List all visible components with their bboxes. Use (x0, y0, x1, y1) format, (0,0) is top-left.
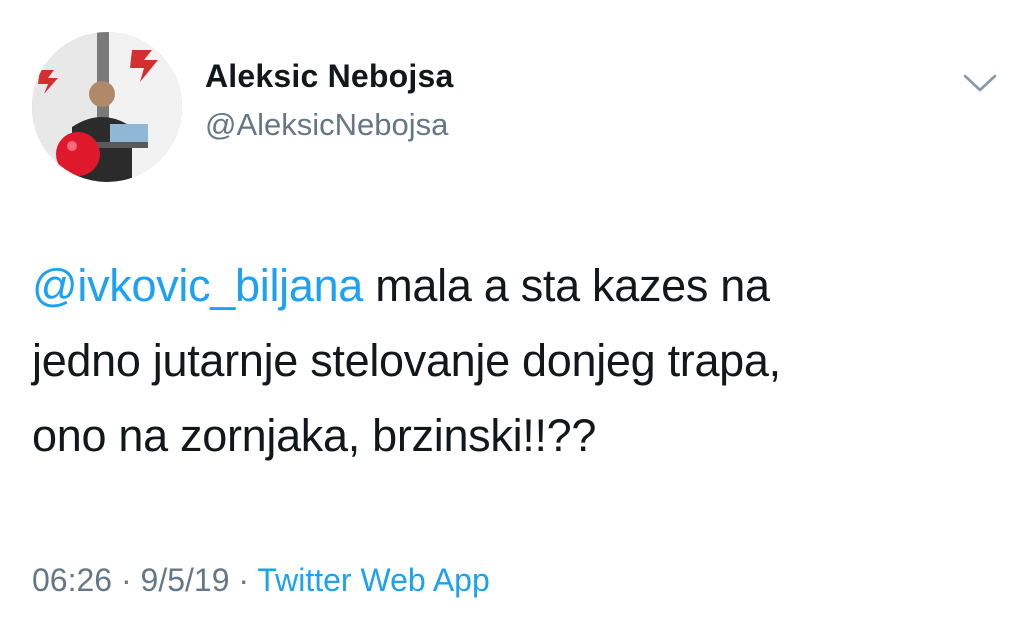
meta-separator: · (112, 562, 141, 598)
author-handle[interactable]: @AleksicNebojsa (205, 106, 453, 144)
tweet-date[interactable]: 9/5/19 (141, 562, 230, 598)
tweet-card: Aleksic Nebojsa @AleksicNebojsa @ivkovic… (0, 0, 1024, 642)
chevron-down-icon[interactable] (962, 72, 998, 94)
avatar[interactable] (32, 32, 182, 182)
tweet-meta: 06:26 · 9/5/19 · Twitter Web App (32, 558, 490, 602)
tweet-time[interactable]: 06:26 (32, 562, 112, 598)
mention-link[interactable]: @ivkovic_biljana (32, 260, 363, 311)
tweet-text: @ivkovic_biljana mala a sta kazes na jed… (32, 248, 992, 473)
author-display-name[interactable]: Aleksic Nebojsa (205, 56, 453, 96)
tweet-text-line-3: ono na zornjaka, brzinski!!?? (32, 410, 597, 461)
author-names: Aleksic Nebojsa @AleksicNebojsa (205, 56, 453, 144)
tweet-source-link[interactable]: Twitter Web App (257, 562, 489, 598)
meta-separator: · (229, 562, 258, 598)
tweet-text-line-1: @ivkovic_biljana mala a sta kazes na (32, 248, 992, 323)
tweet-text-line-1-rest: mala a sta kazes na (363, 260, 770, 311)
tweet-text-line-2: jedno jutarnje stelovanje donjeg trapa, (32, 335, 781, 386)
avatar-photo (32, 32, 182, 182)
